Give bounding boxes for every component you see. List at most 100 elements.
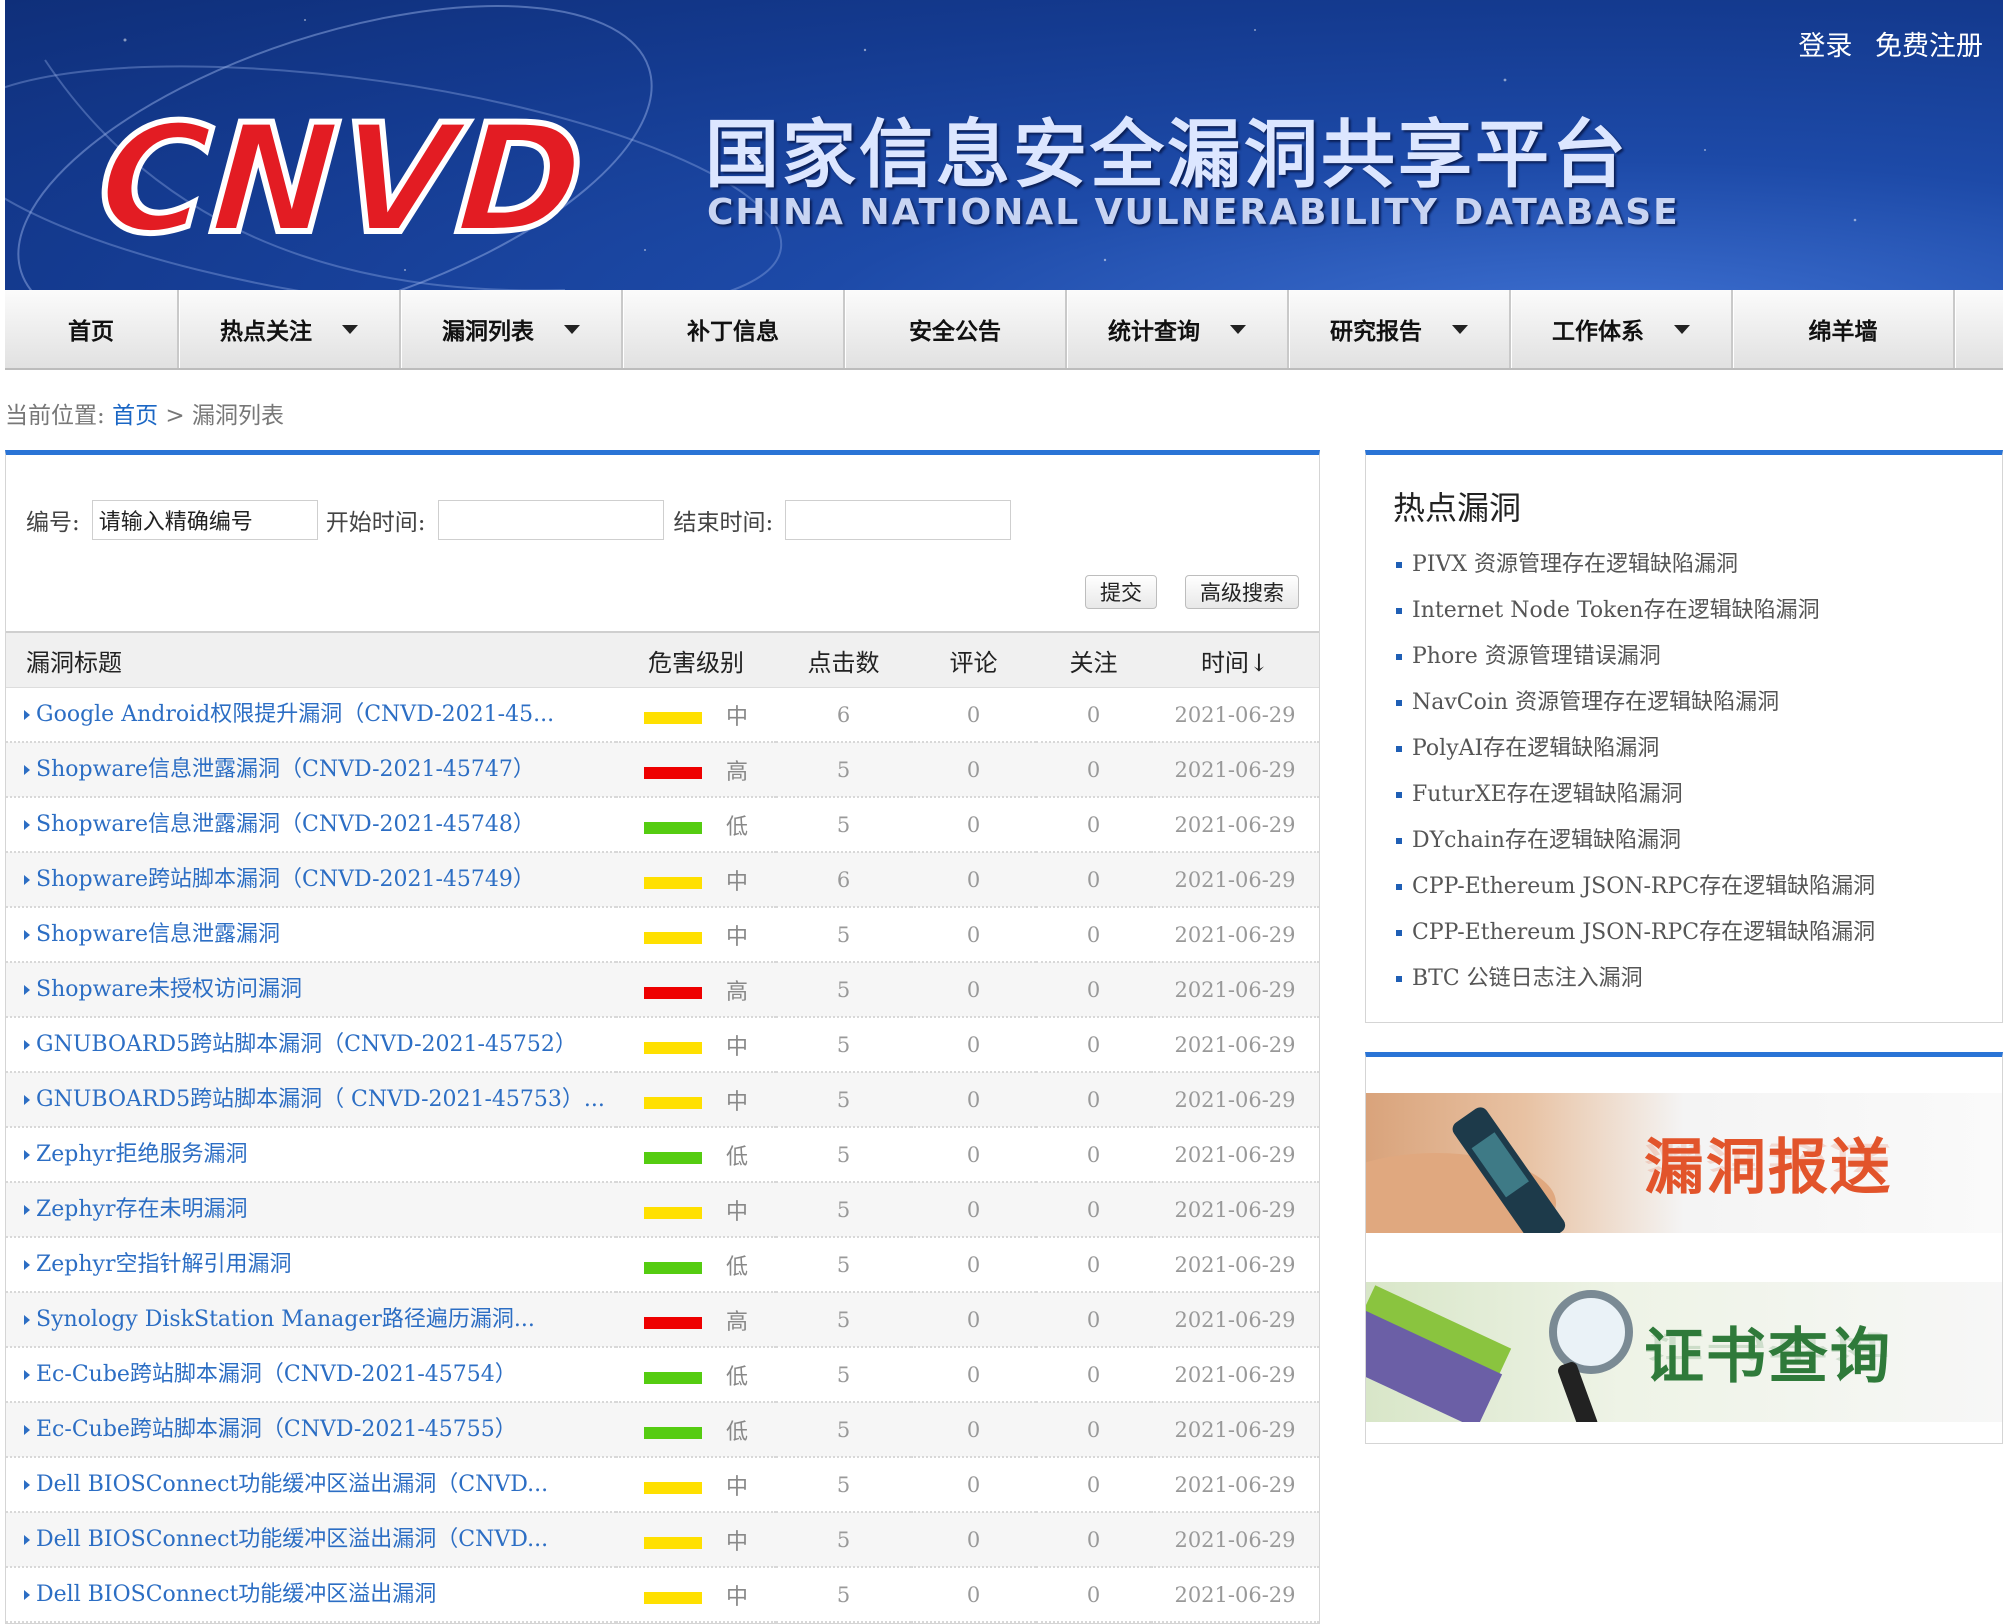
severity-cell: 中 [616, 1567, 776, 1623]
vuln-title-link[interactable]: Synology DiskStation Manager路径遍历漏洞... [36, 1307, 535, 1332]
header-title[interactable]: 漏洞标题 [6, 632, 616, 688]
start-time-input[interactable] [437, 500, 664, 540]
nav-research-report[interactable]: 研究报告 [1289, 290, 1511, 368]
header-follows[interactable]: 关注 [1036, 632, 1151, 688]
nav-security-notice[interactable]: 安全公告 [845, 290, 1067, 368]
hot-vuln-item[interactable]: PIVX 资源管理存在逻辑缺陷漏洞 [1396, 551, 1875, 597]
table-row[interactable]: Ec-Cube跨站脚本漏洞（CNVD-2021-45755）低 5 0 0 2021-0… [6, 1402, 1319, 1458]
table-row[interactable]: Synology DiskStation Manager路径遍历漏洞... 高 5 0… [6, 1292, 1319, 1348]
table-row[interactable]: Shopware信息泄露漏洞（CNVD-2021-45748）低 5 0 0 2021-… [6, 797, 1319, 853]
table-row[interactable]: Dell BIOSConnect功能缓冲区溢出漏洞中 5 0 0 2021-06-29 [6, 1567, 1319, 1623]
vuln-title-link[interactable]: Ec-Cube跨站脚本漏洞（CNVD-2021-45754） [36, 1362, 517, 1387]
id-input[interactable] [91, 500, 318, 540]
submit-button[interactable]: 提交 [1085, 575, 1157, 609]
comments-cell: 0 [911, 1457, 1036, 1513]
header-time[interactable]: 时间↓ [1151, 632, 1319, 688]
clicks-cell: 5 [776, 1182, 911, 1238]
vuln-title-link[interactable]: Ec-Cube跨站脚本漏洞（CNVD-2021-45755） [36, 1417, 517, 1442]
end-time-input[interactable] [785, 500, 1012, 540]
vuln-title-link[interactable]: Zephyr存在未明漏洞 [36, 1197, 248, 1222]
vuln-title-link[interactable]: GNUBOARD5跨站脚本漏洞（CNVD-2021-45752） [36, 1032, 577, 1057]
login-link[interactable]: 登录 [1798, 31, 1852, 62]
nav-label: 热点关注 [220, 319, 312, 345]
time-cell: 2021-06-29 [1151, 742, 1319, 798]
header-comments[interactable]: 评论 [911, 632, 1036, 688]
vuln-title-cell: Shopware信息泄露漏洞 [6, 907, 616, 963]
register-link[interactable]: 免费注册 [1875, 31, 1983, 62]
severity-cell: 中 [616, 907, 776, 963]
severity-cell: 中 [616, 1072, 776, 1128]
hot-vuln-item[interactable]: BTC 公链日志注入漏洞 [1396, 965, 1875, 1011]
severity-label: 低 [725, 1364, 748, 1390]
table-row[interactable]: GNUBOARD5跨站脚本漏洞（CNVD-2021-45752）中 5 0 0 2021… [6, 1017, 1319, 1073]
table-row[interactable]: Zephyr空指针解引用漏洞低 5 0 0 2021-06-29 [6, 1237, 1319, 1293]
hot-vuln-item[interactable]: NavCoin 资源管理存在逻辑缺陷漏洞 [1396, 689, 1875, 735]
vuln-title-link[interactable]: Shopware信息泄露漏洞 [36, 922, 280, 947]
table-row[interactable]: Shopware信息泄露漏洞中 5 0 0 2021-06-29 [6, 907, 1319, 963]
bullet-arrow-icon [24, 1369, 30, 1380]
follows-cell: 0 [1036, 1072, 1151, 1128]
vuln-title-link[interactable]: GNUBOARD5跨站脚本漏洞（ CNVD-2021-45753）... [36, 1087, 605, 1112]
vuln-title-link[interactable]: Shopware跨站脚本漏洞（CNVD-2021-45749） [36, 867, 535, 892]
clicks-cell: 5 [776, 1237, 911, 1293]
hot-vuln-item[interactable]: CPP-Ethereum JSON-RPC存在逻辑缺陷漏洞 [1396, 919, 1875, 965]
vuln-title-link[interactable]: Dell BIOSConnect功能缓冲区溢出漏洞（CNVD... [36, 1527, 548, 1552]
nav-label: 首页 [68, 319, 114, 345]
table-row[interactable]: Zephyr拒绝服务漏洞低 5 0 0 2021-06-29 [6, 1127, 1319, 1183]
header-clicks[interactable]: 点击数 [776, 632, 911, 688]
advanced-search-button[interactable]: 高级搜索 [1185, 575, 1299, 609]
nav-vuln-list[interactable]: 漏洞列表 [401, 290, 623, 368]
nav-sheep-wall[interactable]: 绵羊墙 [1733, 290, 1955, 368]
follows-cell: 0 [1036, 1237, 1151, 1293]
clicks-cell: 5 [776, 742, 911, 798]
main-nav: 首页 热点关注 漏洞列表 补丁信息 安全公告 统计查询 研究报告 工作体系 绵羊… [5, 290, 2003, 370]
table-row[interactable]: Dell BIOSConnect功能缓冲区溢出漏洞（CNVD... 中 5 0 0 202… [6, 1512, 1319, 1568]
nav-statistics[interactable]: 统计查询 [1067, 290, 1289, 368]
clicks-cell: 5 [776, 1347, 911, 1403]
vuln-title-link[interactable]: Shopware信息泄露漏洞（CNVD-2021-45748） [36, 812, 535, 837]
table-row[interactable]: Zephyr存在未明漏洞中 5 0 0 2021-06-29 [6, 1182, 1319, 1238]
vuln-title-link[interactable]: Zephyr空指针解引用漏洞 [36, 1252, 292, 1277]
table-row[interactable]: Shopware信息泄露漏洞（CNVD-2021-45747）高 5 0 0 2021-… [6, 742, 1319, 798]
hot-vuln-item[interactable]: FuturXE存在逻辑缺陷漏洞 [1396, 781, 1875, 827]
hot-vuln-item[interactable]: CPP-Ethereum JSON-RPC存在逻辑缺陷漏洞 [1396, 873, 1875, 919]
hot-vuln-item[interactable]: Phore 资源管理错误漏洞 [1396, 643, 1875, 689]
nav-work-system[interactable]: 工作体系 [1511, 290, 1733, 368]
table-row[interactable]: Ec-Cube跨站脚本漏洞（CNVD-2021-45754）低 5 0 0 2021-0… [6, 1347, 1319, 1403]
table-row[interactable]: Dell BIOSConnect功能缓冲区溢出漏洞（CNVD... 中 5 0 0 202… [6, 1457, 1319, 1513]
vuln-title-link[interactable]: Shopware信息泄露漏洞（CNVD-2021-45747） [36, 757, 535, 782]
search-buttons: 提交 高级搜索 [1085, 575, 1299, 609]
hot-vuln-item[interactable]: DYchain存在逻辑缺陷漏洞 [1396, 827, 1875, 873]
table-row[interactable]: GNUBOARD5跨站脚本漏洞（ CNVD-2021-45753）... 中 5 0 0… [6, 1072, 1319, 1128]
vuln-report-banner[interactable]: 漏洞报送 漏洞报送 [1366, 1093, 2002, 1233]
breadcrumb-home-link[interactable]: 首页 [112, 403, 158, 429]
vuln-title-cell: Shopware跨站脚本漏洞（CNVD-2021-45749） [6, 852, 616, 908]
vuln-title-link[interactable]: Zephyr拒绝服务漏洞 [36, 1142, 248, 1167]
header-severity[interactable]: 危害级别 [616, 632, 776, 688]
nav-hot-focus[interactable]: 热点关注 [179, 290, 401, 368]
hot-vuln-item[interactable]: Internet Node Token存在逻辑缺陷漏洞 [1396, 597, 1875, 643]
time-cell: 2021-06-29 [1151, 1347, 1319, 1403]
severity-label: 低 [725, 1144, 748, 1170]
nav-home[interactable]: 首页 [5, 290, 179, 368]
vuln-title-link[interactable]: Dell BIOSConnect功能缓冲区溢出漏洞（CNVD... [36, 1472, 548, 1497]
vuln-title-link[interactable]: Dell BIOSConnect功能缓冲区溢出漏洞 [36, 1582, 436, 1607]
nav-label: 研究报告 [1330, 319, 1422, 345]
table-row[interactable]: Shopware跨站脚本漏洞（CNVD-2021-45749）中 6 0 0 2021-… [6, 852, 1319, 908]
comments-cell: 0 [911, 1182, 1036, 1238]
caret-down-icon [1452, 324, 1468, 334]
hot-vuln-item[interactable]: PolyAI存在逻辑缺陷漏洞 [1396, 735, 1875, 781]
start-time-label: 开始时间: [325, 510, 426, 536]
nav-patch-info[interactable]: 补丁信息 [623, 290, 845, 368]
comments-cell: 0 [911, 907, 1036, 963]
vuln-title-cell: Ec-Cube跨站脚本漏洞（CNVD-2021-45755） [6, 1402, 616, 1458]
bullet-arrow-icon [24, 1424, 30, 1435]
severity-cell: 中 [616, 1017, 776, 1073]
table-row[interactable]: Google Android权限提升漏洞（CNVD-2021-45... 中 6 0 0… [6, 687, 1319, 743]
vuln-title-link[interactable]: Google Android权限提升漏洞（CNVD-2021-45... [36, 702, 554, 727]
caret-down-icon [342, 324, 358, 334]
site-title: 国家信息安全漏洞共享平台 [705, 112, 1629, 198]
cert-query-banner[interactable]: 证书查询 证书查询 [1366, 1282, 2002, 1422]
vuln-title-link[interactable]: Shopware未授权访问漏洞 [36, 977, 302, 1002]
table-row[interactable]: Shopware未授权访问漏洞高 5 0 0 2021-06-29 [6, 962, 1319, 1018]
